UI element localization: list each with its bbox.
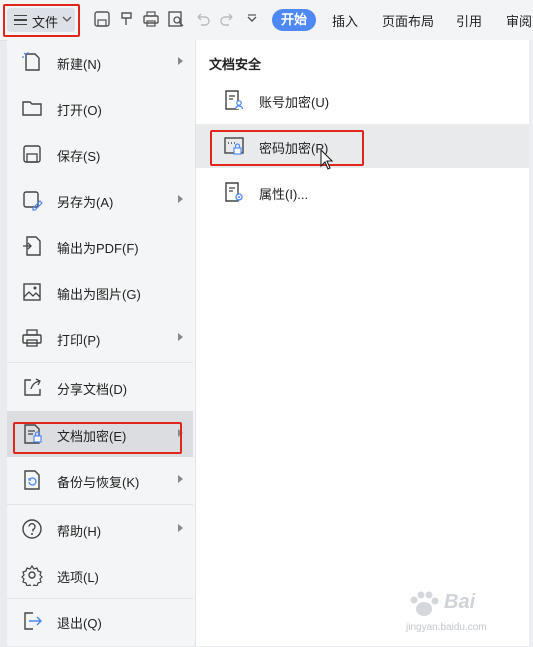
file-button-highlight	[3, 4, 80, 37]
baidu-watermark: Bai jingyan.baidu.com	[404, 589, 528, 635]
document-encrypt-highlight	[13, 422, 182, 454]
menu-item-label: 打印(P)	[57, 333, 101, 348]
submenu-arrow-icon	[178, 524, 183, 532]
export-image-icon	[21, 281, 43, 303]
password-encrypt-highlight	[210, 130, 364, 166]
menu-item-exit[interactable]: 退出(Q)	[7, 601, 193, 641]
menu-item-label: 选项(L)	[57, 570, 99, 585]
submenu-arrow-icon	[178, 195, 183, 203]
tab-home[interactable]: 开始	[272, 9, 316, 31]
menu-item-label: 输出为图片(G)	[57, 287, 141, 302]
exit-icon	[21, 610, 43, 632]
redo-icon[interactable]	[218, 10, 236, 28]
menu-item-help[interactable]: 帮助(H)	[7, 509, 193, 549]
menu-item-label: 输出为PDF(F)	[57, 241, 139, 256]
submenu-item-label: 账号加密(U)	[259, 95, 330, 110]
menu-item-label: 保存(S)	[57, 149, 101, 164]
menu-divider	[7, 504, 193, 505]
right-scroll-edge	[529, 40, 533, 646]
watermark-text: Bai	[444, 591, 476, 613]
submenu-item-account-encrypt[interactable]: 账号加密(U)	[196, 78, 529, 122]
folder-icon	[21, 97, 43, 119]
tab-page-layout[interactable]: 页面布局	[382, 11, 434, 30]
menu-item-options[interactable]: 选项(L)	[7, 555, 193, 595]
format-painter-icon[interactable]	[118, 10, 136, 28]
submenu-item-label: 属性(I)...	[259, 187, 309, 202]
more-dropdown-icon[interactable]	[243, 10, 261, 28]
menu-item-save[interactable]: 保存(S)	[7, 134, 193, 174]
submenu-arrow-icon	[178, 475, 183, 483]
gear-icon	[21, 564, 43, 590]
paw-logo-icon	[410, 591, 439, 616]
menu-divider	[7, 362, 193, 363]
undo-icon[interactable]	[194, 10, 212, 28]
menu-item-export-image[interactable]: 输出为图片(G)	[7, 272, 193, 312]
menu-item-label: 打开(O)	[57, 103, 102, 118]
menu-item-label: 分享文档(D)	[57, 382, 128, 397]
properties-icon	[223, 181, 245, 203]
new-file-icon	[21, 51, 43, 73]
tab-references[interactable]: 引用	[456, 11, 482, 30]
submenu-arrow-icon	[178, 333, 183, 341]
account-encrypt-icon	[223, 89, 245, 111]
menu-item-print[interactable]: 打印(P)	[7, 318, 193, 358]
submenu-item-properties[interactable]: 属性(I)...	[196, 170, 529, 214]
menu-item-backup[interactable]: 备份与恢复(K)	[7, 460, 193, 500]
print-icon[interactable]	[142, 10, 160, 28]
submenu-heading: 文档安全	[209, 57, 262, 72]
file-menu: 新建(N) 打开(O) 保存(S) 另存为(A) 输出为PDF(F) 输出为图片…	[7, 40, 196, 646]
save-icon	[21, 143, 43, 165]
menu-item-label: 备份与恢复(K)	[57, 475, 140, 490]
menu-item-label: 新建(N)	[57, 57, 102, 72]
menu-item-label: 退出(Q)	[57, 616, 102, 631]
menu-item-open[interactable]: 打开(O)	[7, 88, 193, 128]
menu-item-label: 另存为(A)	[57, 195, 114, 210]
share-icon	[21, 376, 43, 398]
menu-item-save-as[interactable]: 另存为(A)	[7, 180, 193, 220]
mouse-cursor-icon	[320, 149, 334, 170]
backup-icon	[21, 469, 43, 491]
print-preview-icon[interactable]	[167, 10, 185, 28]
print-icon	[21, 327, 43, 349]
menu-item-label: 帮助(H)	[57, 524, 102, 539]
menu-divider	[7, 598, 193, 599]
tab-insert[interactable]: 插入	[332, 11, 358, 30]
menu-item-new[interactable]: 新建(N)	[7, 42, 193, 82]
submenu-arrow-icon	[178, 57, 183, 65]
save-icon[interactable]	[93, 10, 111, 28]
menu-item-share[interactable]: 分享文档(D)	[7, 367, 193, 407]
menu-item-export-pdf[interactable]: 输出为PDF(F)	[7, 226, 193, 266]
toolbar: 文件 开始 插入 页面布局 引用 审阅	[0, 0, 533, 41]
tab-review[interactable]: 审阅	[506, 11, 532, 30]
save-as-icon	[21, 189, 43, 211]
watermark-url: jingyan.baidu.com	[406, 622, 487, 633]
export-pdf-icon	[21, 235, 43, 257]
help-icon	[21, 518, 43, 540]
